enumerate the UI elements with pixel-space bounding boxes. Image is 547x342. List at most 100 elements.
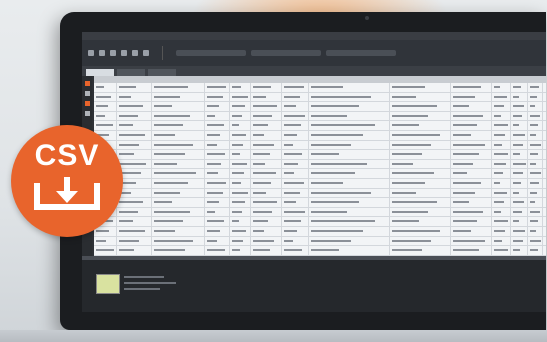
table-cell[interactable] [230,159,251,169]
table-row[interactable] [94,92,546,103]
table-cell[interactable] [205,159,230,169]
table-row[interactable] [94,198,546,208]
table-cell[interactable] [390,236,451,246]
table-cell[interactable] [282,198,309,207]
table-cell[interactable] [528,169,543,178]
table-row[interactable] [94,159,546,170]
table-cell[interactable] [390,140,451,150]
toolbar-button[interactable] [132,50,138,56]
table-cell[interactable] [205,150,230,159]
table-cell[interactable] [492,169,511,178]
table-cell[interactable] [390,198,451,207]
table-cell[interactable] [511,159,528,169]
table-cell[interactable] [282,246,309,255]
table-cell[interactable] [117,111,152,121]
table-row[interactable] [94,83,546,93]
table-cell[interactable] [251,217,282,226]
table-cell[interactable] [309,92,390,102]
table-cell[interactable] [309,246,390,255]
table-cell[interactable] [205,92,230,102]
toolbar-button[interactable] [99,50,105,56]
table-cell[interactable] [451,140,492,150]
sidebar-icon[interactable] [84,101,90,106]
table-cell[interactable] [390,111,451,121]
table-row[interactable] [94,121,546,131]
table-cell[interactable] [282,217,309,226]
table-cell[interactable] [282,111,309,121]
table-cell[interactable] [94,246,117,255]
table-cell[interactable] [511,188,528,198]
table-cell[interactable] [282,178,309,188]
table-cell[interactable] [511,121,528,130]
table-cell[interactable] [251,150,282,159]
table-cell[interactable] [390,159,451,169]
table-cell[interactable] [230,246,251,255]
table-row[interactable] [94,207,546,218]
table-cell[interactable] [152,102,205,111]
table-cell[interactable] [492,159,511,169]
table-cell[interactable] [390,83,451,92]
table-cell[interactable] [528,83,543,92]
table-cell[interactable] [205,226,230,236]
table-cell[interactable] [511,169,528,178]
table-cell[interactable] [528,150,543,159]
table-cell[interactable] [528,140,543,150]
table-cell[interactable] [152,92,205,102]
table-row[interactable] [94,130,546,141]
table-cell[interactable] [528,102,543,111]
table-cell[interactable] [152,198,205,207]
table-cell[interactable] [152,121,205,130]
table-cell[interactable] [390,121,451,130]
table-cell[interactable] [511,92,528,102]
table-cell[interactable] [94,102,117,111]
table-cell[interactable] [282,121,309,130]
table-cell[interactable] [205,198,230,207]
table-cell[interactable] [511,178,528,188]
table-cell[interactable] [152,178,205,188]
table-cell[interactable] [251,188,282,198]
table-cell[interactable] [492,217,511,226]
table-cell[interactable] [390,130,451,140]
table-cell[interactable] [230,198,251,207]
table-cell[interactable] [230,102,251,111]
table-cell[interactable] [251,130,282,140]
table-cell[interactable] [117,236,152,246]
table-cell[interactable] [492,130,511,140]
table-cell[interactable] [390,188,451,198]
table-cell[interactable] [230,140,251,150]
table-cell[interactable] [492,92,511,102]
table-cell[interactable] [451,226,492,236]
table-cell[interactable] [205,83,230,92]
table-cell[interactable] [528,178,543,188]
table-cell[interactable] [528,207,543,217]
toolbar-field[interactable] [326,50,396,56]
table-row[interactable] [94,150,546,160]
table-cell[interactable] [528,226,543,236]
table-cell[interactable] [451,217,492,226]
table-cell[interactable] [152,226,205,236]
table-cell[interactable] [309,198,390,207]
table-cell[interactable] [230,207,251,217]
table-cell[interactable] [282,102,309,111]
table-cell[interactable] [152,159,205,169]
table-cell[interactable] [309,236,390,246]
table-cell[interactable] [492,246,511,255]
table-cell[interactable] [451,121,492,130]
table-cell[interactable] [390,178,451,188]
table-row[interactable] [94,111,546,122]
table-cell[interactable] [251,207,282,217]
table-cell[interactable] [451,178,492,188]
table-cell[interactable] [309,111,390,121]
table-cell[interactable] [492,121,511,130]
table-cell[interactable] [152,188,205,198]
table-cell[interactable] [451,150,492,159]
table-cell[interactable] [230,188,251,198]
table-cell[interactable] [205,236,230,246]
table-cell[interactable] [230,121,251,130]
table-cell[interactable] [451,130,492,140]
table-row[interactable] [94,217,546,227]
table-cell[interactable] [451,198,492,207]
table-cell[interactable] [205,121,230,130]
table-cell[interactable] [230,169,251,178]
table-cell[interactable] [251,246,282,255]
